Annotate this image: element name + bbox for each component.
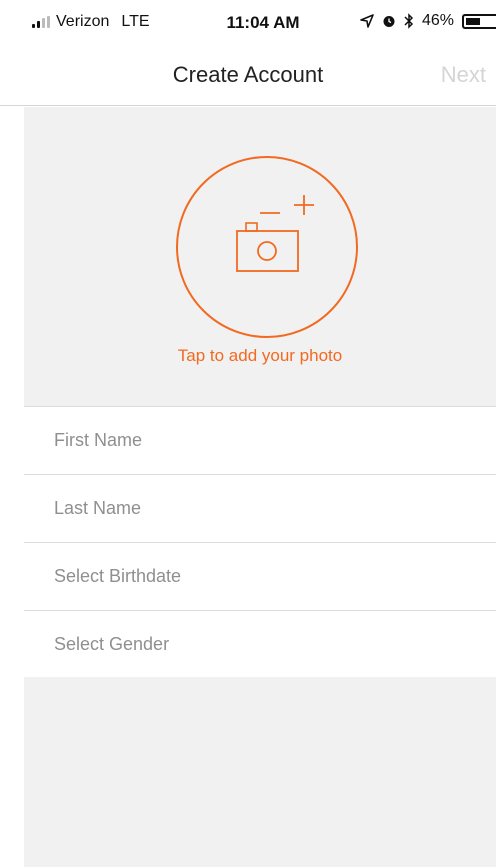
alarm-icon [383,16,395,27]
birthdate-select[interactable]: Select Birthdate [54,543,474,610]
account-form: Select Birthdate Select Gender [0,406,496,678]
next-button[interactable]: Next [441,62,486,88]
gender-select[interactable]: Select Gender [54,611,474,678]
bottom-panel [24,677,496,867]
first-name-input[interactable] [54,407,474,474]
location-arrow-icon [360,14,374,28]
last-name-row [24,474,496,542]
add-photo-button[interactable] [176,156,358,338]
battery-percentage: 46% [421,12,454,29]
status-right: 46% [360,12,496,30]
first-name-row [24,406,496,474]
battery-icon [462,13,496,29]
navigation-bar: Create Account Next [0,40,496,106]
photo-picker-area[interactable]: Tap to add your photo [24,107,496,406]
add-photo-hint[interactable]: Tap to add your photo [24,346,496,366]
page-title: Create Account [172,62,324,87]
camera-add-icon [236,195,314,272]
status-bar: Verizon LTE 11:04 AM 46% [0,0,496,40]
birthdate-row: Select Birthdate [24,542,496,610]
gender-row: Select Gender [24,610,496,678]
bluetooth-icon [404,13,414,29]
last-name-input[interactable] [54,475,474,542]
